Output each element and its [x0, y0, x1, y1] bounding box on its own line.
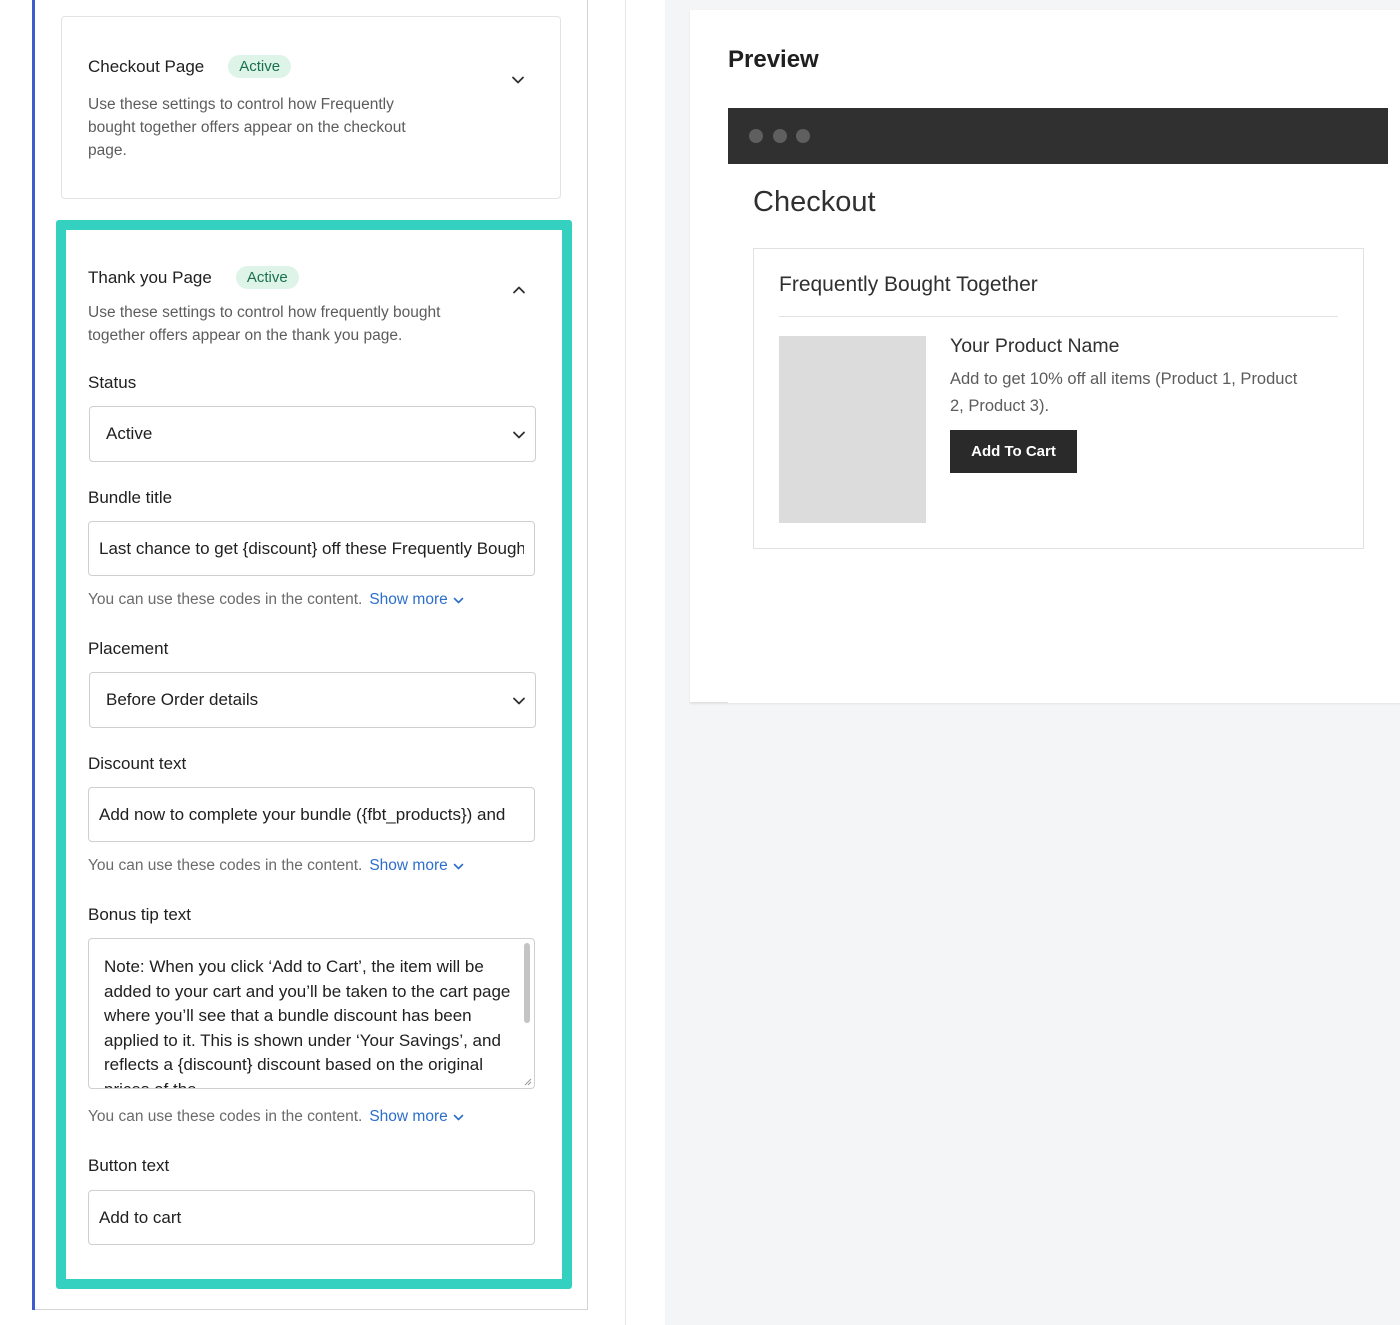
status-badge: Active — [235, 266, 299, 289]
preview-panel: Preview Checkout Frequently Bought Toget… — [690, 10, 1400, 703]
desc-line: together offers appear on the thank you … — [88, 327, 403, 344]
chevron-up-icon[interactable] — [512, 283, 526, 297]
show-more-label: Show more — [369, 1108, 448, 1125]
helper-text: You can use these codes in the content. — [88, 857, 363, 874]
checkout-card-description: Use these settings to control how Freque… — [88, 93, 406, 162]
status-select[interactable]: Active — [89, 406, 536, 462]
window-dot-icon — [749, 129, 763, 143]
bundle-title-value: Last chance to get {discount} off these … — [99, 539, 524, 558]
show-more-label: Show more — [369, 857, 448, 874]
browser-content: Checkout Frequently Bought Together Your… — [728, 164, 1400, 703]
fbt-widget: Frequently Bought Together Your Product … — [753, 248, 1364, 549]
product-name: Your Product Name — [950, 335, 1120, 357]
window-dot-icon — [796, 129, 810, 143]
product-image-placeholder — [779, 336, 926, 523]
discount-text-input[interactable]: Add now to complete your bundle ({fbt_pr… — [88, 787, 535, 842]
scrollbar-thumb[interactable] — [524, 943, 530, 1023]
show-more-link[interactable]: Show more — [369, 591, 464, 609]
bundle-title-helper: You can use these codes in the content. … — [88, 591, 464, 609]
desc-line: bought together offers appear on the che… — [88, 119, 406, 136]
browser-title-bar — [728, 108, 1388, 164]
desc-line: Use these settings to control how Freque… — [88, 96, 394, 113]
chevron-down-icon — [453, 1114, 464, 1120]
placement-select-value: Before Order details — [106, 690, 259, 709]
desc-line: 2, Product 3). — [950, 396, 1050, 415]
desc-line: Add to get 10% off all items (Product 1,… — [950, 370, 1298, 388]
panel-divider — [625, 0, 626, 1325]
resize-handle-icon[interactable] — [522, 1076, 532, 1086]
discount-text-label: Discount text — [88, 754, 187, 773]
thanks-card-title: Thank you Page — [88, 267, 212, 287]
chevron-down-icon[interactable] — [511, 73, 525, 87]
placement-label: Placement — [88, 639, 169, 658]
desc-line: Use these settings to control how freque… — [88, 304, 441, 321]
discount-text-value: Add now to complete your bundle ({fbt_pr… — [99, 805, 506, 824]
status-label: Status — [88, 373, 137, 392]
button-text-label: Button text — [88, 1156, 170, 1175]
bonus-tip-value: Note: When you click ‘Add to Cart’, the … — [104, 957, 511, 1089]
placement-select[interactable]: Before Order details — [89, 672, 536, 728]
desc-line: page. — [88, 142, 127, 159]
thanks-card-description: Use these settings to control how freque… — [88, 301, 440, 347]
show-more-link[interactable]: Show more — [369, 857, 464, 875]
thanks-card-header: Thank you Page Active — [88, 266, 299, 289]
thank-you-page-card: Thank you Page Active Use these settings… — [56, 220, 572, 1289]
checkout-heading: Checkout — [753, 186, 876, 218]
bundle-title-input[interactable]: Last chance to get {discount} off these … — [88, 521, 535, 576]
show-more-label: Show more — [369, 591, 448, 608]
status-select-value: Active — [106, 424, 153, 443]
checkout-card-header: Checkout Page Active — [88, 55, 292, 78]
chevron-down-icon — [453, 863, 464, 869]
chevron-down-icon — [453, 597, 464, 603]
button-text-value: Add to cart — [99, 1208, 182, 1227]
checkout-page-card[interactable]: Checkout Page Active Use these settings … — [61, 16, 561, 199]
checkout-card-title: Checkout Page — [88, 56, 205, 76]
status-badge: Active — [228, 55, 292, 78]
add-to-cart-button[interactable]: Add To Cart — [950, 430, 1077, 473]
divider — [779, 316, 1338, 317]
button-text-input[interactable]: Add to cart — [88, 1190, 535, 1245]
chevron-down-icon — [512, 694, 526, 708]
bonus-tip-label: Bonus tip text — [88, 905, 192, 924]
preview-title: Preview — [728, 46, 819, 73]
bundle-title-label: Bundle title — [88, 488, 173, 507]
helper-text: You can use these codes in the content. — [88, 591, 363, 608]
fbt-title: Frequently Bought Together — [779, 273, 1038, 296]
helper-text: You can use these codes in the content. — [88, 1108, 363, 1125]
bonus-tip-helper: You can use these codes in the content. … — [88, 1108, 464, 1126]
bonus-tip-textarea[interactable]: Note: When you click ‘Add to Cart’, the … — [88, 938, 535, 1089]
discount-text-helper: You can use these codes in the content. … — [88, 857, 464, 875]
chevron-down-icon — [512, 428, 526, 442]
show-more-link[interactable]: Show more — [369, 1108, 464, 1126]
window-dot-icon — [773, 129, 787, 143]
product-description: Add to get 10% off all items (Product 1,… — [950, 366, 1350, 419]
